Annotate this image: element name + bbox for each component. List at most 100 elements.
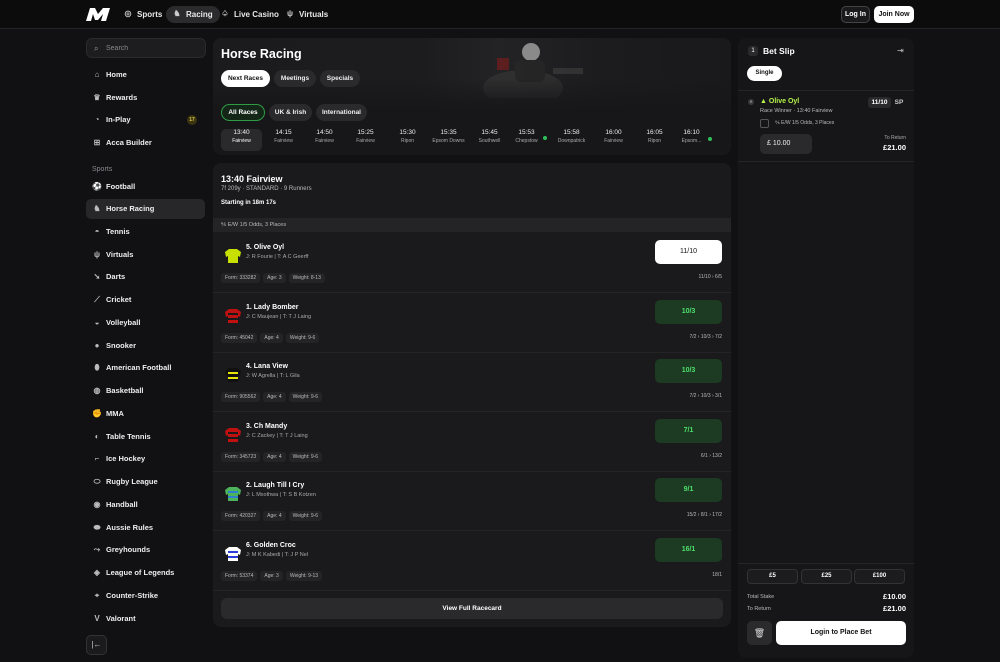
sidebar-item-tennis[interactable]: ◓ Tennis xyxy=(86,222,205,242)
sidebar-item-acca-builder[interactable]: ⊞ Acca Builder xyxy=(86,133,205,153)
race-time-tab[interactable]: 14:50 Fairview xyxy=(304,129,345,151)
odds-button[interactable]: 10/3 xyxy=(655,299,722,324)
sidebar-item-horse-racing[interactable]: ♞ Horse Racing xyxy=(86,199,205,219)
runner-name: 2. Laugh Till I Cry xyxy=(246,482,305,489)
nav-tab-racing[interactable]: ♞ Racing xyxy=(166,6,220,23)
odds-button[interactable]: 11/10 xyxy=(655,240,722,264)
runner-weight: Weight: 9-6 xyxy=(288,392,323,402)
race-time-tab[interactable]: 15:58 Downpatrick xyxy=(551,129,592,151)
sports-heading: Sports xyxy=(92,166,113,173)
to-return-value: £21.00 xyxy=(883,143,906,152)
total-return-label: To Return xyxy=(747,606,771,612)
sidebar-item-label: Ice Hockey xyxy=(106,454,146,463)
tab-next-races[interactable]: Next Races xyxy=(221,70,270,87)
race-time-tab[interactable]: 16:00 Fairview xyxy=(593,129,634,151)
table-tennis-icon: ◐ xyxy=(94,432,100,441)
race-meta: 7f 209y · STANDARD · 9 Runners xyxy=(221,186,312,192)
sidebar-item-snooker[interactable]: ● Snooker xyxy=(86,336,205,356)
race-time-tab[interactable]: 16:05 Ripon xyxy=(634,129,675,151)
sidebar-item-label: In-Play xyxy=(106,115,131,124)
ice-hockey-icon: ⌐ xyxy=(94,454,100,463)
remove-selection-icon[interactable]: ✕ xyxy=(748,99,754,105)
selection-odds[interactable]: 11/10 xyxy=(868,97,891,108)
odds-button[interactable]: 10/3 xyxy=(655,359,722,383)
sidebar-item-home[interactable]: ⌂ Home xyxy=(86,65,205,85)
sidebar-item-table-tennis[interactable]: ◐ Table Tennis xyxy=(86,427,205,447)
nav-tab-sports[interactable]: ◎ Sports xyxy=(117,6,169,23)
cricket-icon: ⟋ xyxy=(94,295,100,304)
bet-type-single-tab[interactable]: Single xyxy=(747,66,782,81)
collapse-sidebar-button[interactable]: |← xyxy=(86,635,107,655)
runner-weight: Weight: 9-6 xyxy=(288,451,323,462)
race-time: 15:25 xyxy=(357,129,374,136)
runner-age: Age: 3 xyxy=(260,570,283,581)
race-time-tab[interactable]: 15:30 Ripon xyxy=(387,129,428,151)
runner-age: Age: 4 xyxy=(260,332,283,343)
each-way-checkbox[interactable] xyxy=(760,119,769,128)
race-course: Fairview xyxy=(274,138,293,144)
sidebar-item-greyhounds[interactable]: ⤳ Greyhounds xyxy=(86,540,205,560)
clear-betslip-button[interactable]: 🗑 xyxy=(747,621,772,645)
runner-jockey-trainer: J: C Maujean | T: T J Laing xyxy=(246,313,312,320)
sidebar-item-handball[interactable]: ◉ Handball xyxy=(86,495,205,515)
sidebar-item-label: Basketball xyxy=(106,386,144,395)
sidebar-item-league-of-legends[interactable]: ◈ League of Legends xyxy=(86,563,205,583)
sidebar-item-cricket[interactable]: ⟋ Cricket xyxy=(86,290,205,310)
total-stake-label: Total Stake xyxy=(747,594,775,600)
login-to-place-bet-button[interactable]: Login to Place Bet xyxy=(776,621,906,645)
odds-button[interactable]: 9/1 xyxy=(655,478,722,502)
tab-meetings[interactable]: Meetings xyxy=(274,70,316,87)
runner-info: Form: 53374 Age: 3 Weight: 9-13 xyxy=(221,570,325,581)
runner-weight: Weight: 8-13 xyxy=(288,273,325,283)
sidebar-item-counter-strike[interactable]: ⌖ Counter-Strike xyxy=(86,586,205,606)
view-full-racecard-button[interactable]: View Full Racecard xyxy=(221,598,723,619)
race-time-tab[interactable]: 13:40 Fairview xyxy=(221,129,262,151)
darts-icon: ➘ xyxy=(93,272,101,281)
sidebar-item-rugby-league[interactable]: ⬭ Rugby League xyxy=(86,472,205,492)
quick-stake-5-button[interactable]: £5 xyxy=(747,569,798,584)
acca-icon: ⊞ xyxy=(93,138,101,147)
silk-icon: ▲ xyxy=(760,98,769,105)
virtuals-icon: ψ xyxy=(286,9,294,18)
sidebar-item-rewards[interactable]: ♛ Rewards xyxy=(86,88,205,108)
sidebar-item-valorant[interactable]: V Valorant xyxy=(86,609,205,629)
stake-input[interactable]: £ 10.00 xyxy=(760,134,812,154)
runner-age: Age: 4 xyxy=(263,392,286,402)
runner-jockey-trainer: J: R Fourie | T: A C Geerff xyxy=(246,254,309,260)
race-time-tab[interactable]: 15:35 Epsom Downs xyxy=(428,129,469,151)
filter-all-races[interactable]: All Races xyxy=(221,104,265,121)
sidebar-item-american-football[interactable]: ⬮ American Football xyxy=(86,358,205,378)
race-time-tab[interactable]: 15:45 Southwell xyxy=(469,129,510,151)
quick-stake-25-button[interactable]: £25 xyxy=(801,569,852,584)
filter-international[interactable]: International xyxy=(316,104,367,121)
sidebar-item-volleyball[interactable]: ◒ Volleyball xyxy=(86,313,205,333)
sidebar-item-virtuals[interactable]: ψ Virtuals xyxy=(86,245,205,265)
join-now-button[interactable]: Join Now xyxy=(874,6,914,23)
race-time-tab[interactable]: 15:53 Chepstow xyxy=(506,129,547,151)
nav-tab-label: Live Casino xyxy=(234,10,279,19)
sidebar-item-in-play[interactable]: ◔ In-Play 17 xyxy=(86,110,205,130)
search-input[interactable] xyxy=(106,42,201,55)
odds-button[interactable]: 16/1 xyxy=(655,537,722,562)
odds-button[interactable]: 7/1 xyxy=(655,418,722,443)
search-box[interactable]: ⌕ xyxy=(86,38,206,58)
sidebar-item-basketball[interactable]: ◍ Basketball xyxy=(86,381,205,401)
nav-tab-live-casino[interactable]: ♤ Live Casino xyxy=(214,6,286,23)
collapse-betslip-icon[interactable]: ⇥ xyxy=(897,46,904,55)
login-button[interactable]: Log In xyxy=(841,6,870,23)
race-time-tab[interactable]: 16:10 Epsom... xyxy=(671,129,712,151)
tab-specials[interactable]: Specials xyxy=(320,70,360,87)
sidebar-item-ice-hockey[interactable]: ⌐ Ice Hockey xyxy=(86,449,205,469)
race-time-tab[interactable]: 14:15 Fairview xyxy=(263,129,304,151)
filter-uk-irish[interactable]: UK & Irish xyxy=(269,104,312,121)
quick-stake-100-button[interactable]: £100 xyxy=(854,569,905,584)
race-course: Ripon xyxy=(647,138,662,144)
sidebar-item-football[interactable]: ⚽ Football xyxy=(86,177,205,197)
nav-tab-virtuals[interactable]: ψ Virtuals xyxy=(279,6,335,23)
sidebar-item-darts[interactable]: ➘ Darts xyxy=(86,267,205,287)
race-time-tab[interactable]: 15:25 Fairview xyxy=(345,129,386,151)
sidebar-item-mma[interactable]: ✊ MMA xyxy=(86,404,205,424)
sidebar-item-aussie-rules[interactable]: ⬬ Aussie Rules xyxy=(86,518,205,538)
brand-logo[interactable] xyxy=(86,8,110,21)
starting-price-toggle[interactable]: SP xyxy=(892,97,906,108)
